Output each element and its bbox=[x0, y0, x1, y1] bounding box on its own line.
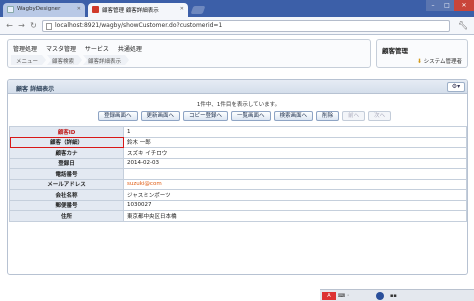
close-tab-icon[interactable]: ✕ bbox=[77, 6, 81, 12]
field-label-postal-code: 郵便番号 bbox=[9, 199, 124, 211]
table-row: メールアドレス suzuki@com bbox=[9, 178, 467, 190]
table-row: 住所 東京都中央区日本橋 bbox=[9, 210, 467, 222]
list-screen-button[interactable]: 一覧画面へ bbox=[231, 111, 271, 121]
browser-tabstrip: WagbyDesigner ✕ 顧客管理 顧客詳細表示 ✕ – □ ✕ bbox=[0, 0, 474, 17]
breadcrumb-customer-detail: 顧客詳細表示 bbox=[83, 55, 129, 65]
forward-arrow-icon[interactable]: → bbox=[16, 20, 27, 31]
field-value-company: ジャスミンポーツ bbox=[123, 189, 467, 201]
admin-box: 顧客管理 ⬇ システム管理者 bbox=[376, 39, 468, 68]
table-row: 会社名称 ジャスミンポーツ bbox=[9, 189, 467, 201]
field-value-customer-name: 鈴木 一郎 bbox=[123, 136, 467, 148]
menu-item-master[interactable]: マスタ管理 bbox=[46, 46, 76, 53]
customer-detail-panel: 顧客 詳細表示 ⚙▾ 1件中、1件目を表示しています。 登録画面へ 更新画面へ コピ… bbox=[7, 79, 468, 275]
table-row: 郵便番号 1030027 bbox=[9, 199, 467, 211]
field-label-address: 住所 bbox=[9, 210, 124, 222]
delete-button[interactable]: 削除 bbox=[316, 111, 340, 121]
panel-title: 顧客 詳細表示 bbox=[16, 86, 55, 93]
action-button-bar: 登録画面へ 更新画面へ コピー登録へ 一覧画面へ 検索画面へ 削除 前へ 次へ bbox=[98, 111, 394, 121]
ime-indicator-icon[interactable]: ⌨ ◦ bbox=[338, 292, 350, 300]
field-label-customer-kana: 顧客カナ bbox=[9, 147, 124, 159]
field-label-customer-id: 顧客ID bbox=[9, 126, 124, 138]
record-count-text: 1件中、1件目を表示しています。 bbox=[196, 102, 281, 108]
panel-settings-gear-icon[interactable]: ⚙▾ bbox=[447, 82, 465, 92]
reload-icon[interactable]: ↻ bbox=[28, 20, 39, 31]
user-label: システム管理者 bbox=[423, 59, 462, 65]
table-row: 顧客カナ スズキ イチロウ bbox=[9, 147, 467, 159]
field-value-postal-code: 1030027 bbox=[123, 199, 467, 211]
customer-detail-table: 顧客ID 1 顧客（詳細） 鈴木 一郎 顧客カナ スズキ イチロウ 登録日 20… bbox=[9, 126, 467, 222]
panel-header: 顧客 詳細表示 ⚙▾ bbox=[8, 80, 467, 94]
ime-caps-kana-icon[interactable]: ▪▪ bbox=[390, 292, 397, 300]
breadcrumb-menu[interactable]: メニュー bbox=[11, 55, 46, 65]
table-row: 顧客（詳細） 鈴木 一郎 bbox=[9, 136, 467, 148]
field-value-phone bbox=[123, 168, 467, 180]
table-row: 登録日 2014-02-03 bbox=[9, 157, 467, 169]
menu-item-common[interactable]: 共通処理 bbox=[118, 46, 142, 53]
browser-toolbar: ← → ↻ localhost:8921/wagby/showCustomer.… bbox=[0, 17, 474, 35]
register-screen-button[interactable]: 登録画面へ bbox=[98, 111, 138, 121]
user-download-icon: ⬇ bbox=[416, 58, 422, 65]
menu-item-management[interactable]: 管理処理 bbox=[13, 46, 37, 53]
minimize-window-button[interactable]: – bbox=[426, 0, 440, 11]
page-favicon-icon bbox=[7, 6, 14, 13]
app-title: 顧客管理 bbox=[382, 47, 408, 55]
tab-title: WagbyDesigner bbox=[17, 6, 61, 12]
update-screen-button[interactable]: 更新画面へ bbox=[140, 111, 181, 121]
top-menu: 管理処理 マスタ管理 サービス 共通処理 bbox=[13, 44, 149, 53]
field-label-registered-date: 登録日 bbox=[9, 157, 124, 169]
tab-title: 顧客管理 顧客詳細表示 bbox=[102, 8, 159, 14]
ime-mode-icon[interactable]: A bbox=[322, 292, 336, 300]
field-value-email-link[interactable]: suzuki@com bbox=[123, 178, 467, 190]
breadcrumb-customer-search[interactable]: 顧客検索 bbox=[47, 55, 82, 65]
close-tab-icon[interactable]: ✕ bbox=[180, 6, 184, 12]
close-window-button[interactable]: ✕ bbox=[454, 0, 474, 11]
search-screen-button[interactable]: 検索画面へ bbox=[273, 111, 314, 121]
field-label-company: 会社名称 bbox=[9, 189, 124, 201]
new-tab-button[interactable] bbox=[190, 6, 206, 14]
back-arrow-icon[interactable]: ← bbox=[4, 20, 15, 31]
field-value-registered-date: 2014-02-03 bbox=[123, 157, 467, 169]
ime-status-bar: A ⌨ ◦ ▪▪ bbox=[320, 289, 474, 301]
browser-tab-customer-detail[interactable]: 顧客管理 顧客詳細表示 ✕ bbox=[88, 3, 188, 17]
field-value-customer-kana: スズキ イチロウ bbox=[123, 147, 467, 159]
wagby-favicon-icon bbox=[92, 6, 99, 13]
maximize-window-button[interactable]: □ bbox=[440, 0, 454, 11]
browser-tab-wagbydesigner[interactable]: WagbyDesigner ✕ bbox=[3, 3, 85, 17]
url-text: localhost:8921/wagby/showCustomer.do?cus… bbox=[55, 22, 223, 29]
table-row: 顧客ID 1 bbox=[9, 126, 467, 138]
field-label-phone: 電話番号 bbox=[9, 168, 124, 180]
prev-button[interactable]: 前へ bbox=[342, 111, 366, 121]
field-label-email: メールアドレス bbox=[9, 178, 124, 190]
copy-register-button[interactable]: コピー登録へ bbox=[183, 111, 229, 121]
user-link[interactable]: ⬇ システム管理者 bbox=[417, 57, 462, 65]
address-bar[interactable]: localhost:8921/wagby/showCustomer.do?cus… bbox=[42, 20, 450, 32]
help-icon[interactable] bbox=[376, 292, 384, 300]
wrench-icon[interactable]: 🔧︎ bbox=[458, 21, 468, 30]
table-row: 電話番号 bbox=[9, 168, 467, 180]
page-icon bbox=[46, 23, 52, 30]
field-value-address: 東京都中央区日本橋 bbox=[123, 210, 467, 222]
menu-item-service[interactable]: サービス bbox=[85, 46, 109, 53]
breadcrumb: メニュー 顧客検索 顧客詳細表示 bbox=[11, 55, 130, 66]
app-page: 管理処理 マスタ管理 サービス 共通処理 メニュー 顧客検索 顧客詳細表示 顧客管理… bbox=[0, 35, 474, 301]
field-value-customer-id: 1 bbox=[123, 126, 467, 138]
field-label-customer-name: 顧客（詳細） bbox=[9, 136, 124, 148]
main-menu-box: 管理処理 マスタ管理 サービス 共通処理 メニュー 顧客検索 顧客詳細表示 bbox=[7, 39, 371, 68]
next-button[interactable]: 次へ bbox=[368, 111, 392, 121]
